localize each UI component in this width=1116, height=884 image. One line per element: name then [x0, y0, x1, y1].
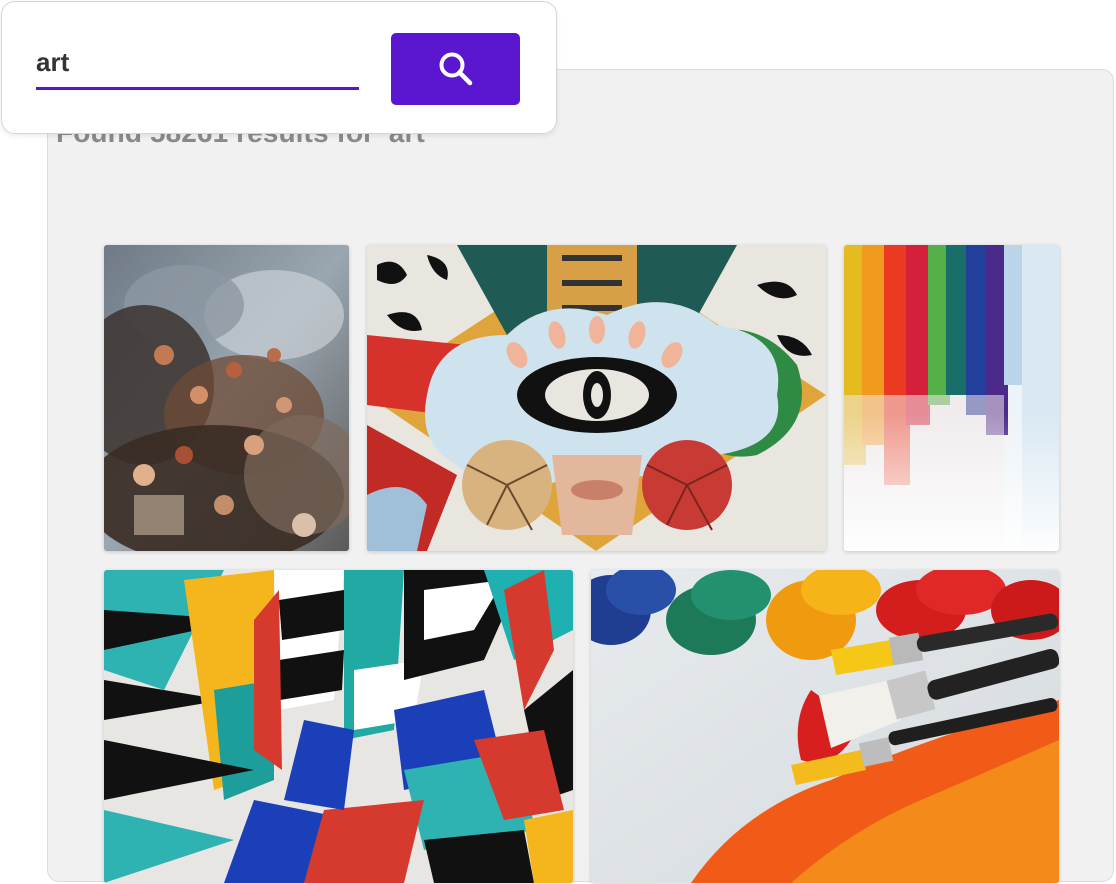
search-card — [1, 1, 557, 134]
search-icon — [439, 52, 472, 86]
result-thumbnail-eye-mural[interactable] — [367, 245, 826, 551]
eye-mural-image — [367, 245, 826, 551]
geometric-mural-image — [104, 570, 573, 883]
result-thumbnail-baroque-fresco[interactable] — [104, 245, 349, 551]
search-input[interactable] — [36, 44, 359, 90]
result-thumbnail-geometric-mural[interactable] — [104, 570, 573, 883]
baroque-fresco-image — [104, 245, 349, 551]
search-button[interactable] — [391, 33, 520, 105]
rainbow-strokes-image — [844, 245, 1059, 551]
result-thumbnail-rainbow-strokes[interactable] — [844, 245, 1059, 551]
paint-brushes-image — [591, 570, 1059, 883]
result-thumbnail-paint-brushes[interactable] — [591, 570, 1059, 883]
